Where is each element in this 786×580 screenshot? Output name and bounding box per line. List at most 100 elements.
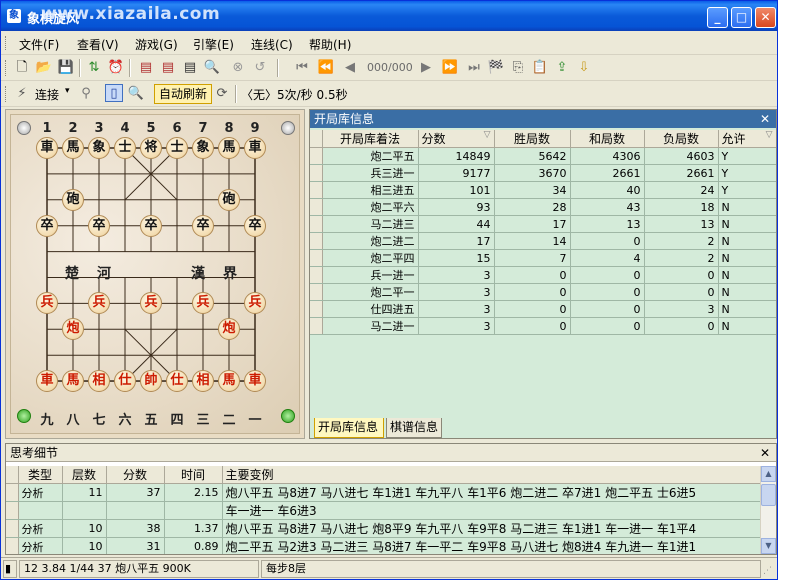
- table-row[interactable]: 炮二平六 93 28 43 18 N: [310, 198, 776, 216]
- minimize-button[interactable]: _: [707, 7, 728, 28]
- red-piece[interactable]: 車: [244, 370, 266, 393]
- close-icon[interactable]: ✕: [760, 110, 770, 128]
- black-piece[interactable]: 卒: [36, 214, 58, 237]
- table-row[interactable]: 车一进一 车6进3: [6, 501, 760, 520]
- red-piece[interactable]: 馬: [218, 370, 240, 393]
- table-row[interactable]: 马二进一 3 0 0 0 N: [310, 317, 776, 335]
- black-piece[interactable]: 砲: [218, 188, 240, 211]
- black-piece[interactable]: 士: [114, 137, 136, 159]
- table-row[interactable]: 兵三进一 9177 3670 2661 2661 Y: [310, 164, 776, 182]
- menu-view[interactable]: 查看(V): [77, 36, 119, 53]
- board-red-icon[interactable]: ▤: [137, 59, 155, 77]
- paste-icon[interactable]: 📋: [531, 59, 549, 77]
- thinking-scrollbar[interactable]: ▲ ▼: [760, 466, 776, 554]
- export-icon[interactable]: ⇩: [575, 59, 593, 77]
- row-header[interactable]: [310, 181, 323, 199]
- black-piece[interactable]: 砲: [62, 188, 84, 211]
- flip-board-icon[interactable]: ⇅: [85, 59, 103, 77]
- disconnect-icon[interactable]: ⚲: [77, 85, 95, 103]
- maximize-button[interactable]: □: [731, 7, 752, 28]
- column-header[interactable]: 类型: [18, 466, 63, 484]
- next-five-icon[interactable]: ⏩: [441, 59, 459, 77]
- table-row[interactable]: 炮二平四 15 7 4 2 N: [310, 249, 776, 267]
- row-header[interactable]: [310, 266, 323, 284]
- table-row[interactable]: 相三进五 101 34 40 24 Y: [310, 181, 776, 199]
- scroll-down-icon[interactable]: ▼: [761, 538, 776, 554]
- new-file-icon[interactable]: 🗋: [13, 59, 31, 77]
- menu-file[interactable]: 文件(F): [19, 36, 59, 53]
- filter-icon[interactable]: ▽: [766, 130, 773, 140]
- row-header[interactable]: [310, 164, 323, 182]
- black-piece[interactable]: 士: [166, 137, 188, 159]
- black-piece[interactable]: 卒: [140, 214, 162, 237]
- first-move-icon[interactable]: ⏮: [293, 59, 311, 77]
- title-bar[interactable]: 象 象棋旋风 www.xiazaila.com _ □ ✕: [1, 1, 777, 31]
- copy-icon[interactable]: ⎘: [509, 59, 527, 77]
- menu-help[interactable]: 帮助(H): [309, 36, 351, 53]
- search-icon[interactable]: 🔍: [203, 59, 221, 77]
- filter-icon[interactable]: ▽: [484, 130, 491, 140]
- row-header[interactable]: [310, 317, 323, 335]
- table-row[interactable]: 炮二进二 17 14 0 2 N: [310, 232, 776, 250]
- red-piece[interactable]: 相: [192, 370, 214, 393]
- black-piece[interactable]: 馬: [62, 137, 84, 159]
- connect-button[interactable]: 连接: [35, 86, 59, 103]
- column-header[interactable]: 和局数: [570, 130, 645, 148]
- red-piece[interactable]: 仕: [114, 370, 136, 393]
- row-header[interactable]: [6, 483, 19, 502]
- red-piece[interactable]: 車: [36, 370, 58, 393]
- table-row[interactable]: 仕四进五 3 0 0 3 N: [310, 300, 776, 318]
- menu-game[interactable]: 游戏(G): [135, 36, 178, 53]
- scroll-thumb[interactable]: [761, 484, 776, 506]
- menu-connect[interactable]: 连线(C): [251, 36, 293, 53]
- close-button[interactable]: ✕: [755, 7, 776, 28]
- close-icon[interactable]: ✕: [760, 444, 770, 462]
- row-header[interactable]: [310, 198, 323, 216]
- open-folder-icon[interactable]: 📂: [35, 59, 53, 77]
- auto-refresh-button[interactable]: 自动刷新: [154, 84, 213, 104]
- column-header[interactable]: 分数 ▽: [418, 130, 495, 148]
- column-header[interactable]: 允许 ▽: [718, 130, 776, 148]
- import-icon[interactable]: ⇪: [553, 59, 571, 77]
- tab-opening-library[interactable]: 开局库信息: [314, 418, 384, 438]
- red-piece[interactable]: 馬: [62, 370, 84, 393]
- row-header[interactable]: [6, 501, 19, 520]
- table-row[interactable]: 分析 10 38 1.37 炮八平五 马8进7 马八进七 炮8平9 车九平八 车9平8 …: [6, 519, 760, 538]
- menu-engine[interactable]: 引擎(E): [193, 36, 234, 53]
- row-header[interactable]: [310, 147, 323, 165]
- black-piece[interactable]: 卒: [88, 214, 110, 237]
- column-header[interactable]: 胜局数: [494, 130, 571, 148]
- black-piece[interactable]: 将: [140, 137, 162, 159]
- row-header[interactable]: [310, 215, 323, 233]
- row-header[interactable]: [310, 232, 323, 250]
- table-row[interactable]: 分析 10 31 0.89 炮二平五 马2进3 马二进三 马8进7 车一平二 车9平8 …: [6, 537, 760, 554]
- connect-dropdown-icon[interactable]: ▾: [65, 86, 70, 96]
- black-piece[interactable]: 象: [88, 137, 110, 159]
- prev-five-icon[interactable]: ⏪: [317, 59, 335, 77]
- black-piece[interactable]: 馬: [218, 137, 240, 159]
- black-piece[interactable]: 卒: [244, 214, 266, 237]
- red-piece[interactable]: 仕: [166, 370, 188, 393]
- black-piece[interactable]: 卒: [192, 214, 214, 237]
- engine-phone-icon[interactable]: ▯: [105, 84, 123, 102]
- table-row[interactable]: 炮二平一 3 0 0 0 N: [310, 283, 776, 301]
- column-header[interactable]: 负局数: [644, 130, 719, 148]
- tab-game-record[interactable]: 棋谱信息: [386, 418, 442, 438]
- row-header[interactable]: [6, 519, 19, 538]
- column-header[interactable]: 分数: [106, 466, 165, 484]
- scroll-up-icon[interactable]: ▲: [761, 466, 776, 482]
- row-header[interactable]: [310, 283, 323, 301]
- resize-grip-icon[interactable]: ⋰: [763, 566, 772, 576]
- table-row[interactable]: 马二进三 44 17 13 13 N: [310, 215, 776, 233]
- refresh-icon[interactable]: ⟳: [213, 85, 231, 103]
- stop-icon[interactable]: ⊗: [229, 59, 247, 77]
- clock-icon[interactable]: ⏰: [107, 59, 125, 77]
- column-header[interactable]: 主要变例: [222, 466, 760, 484]
- next-move-icon[interactable]: ▶: [417, 59, 435, 77]
- row-header[interactable]: [310, 300, 323, 318]
- save-icon[interactable]: 💾: [57, 59, 75, 77]
- red-piece[interactable]: 帥: [140, 370, 162, 393]
- black-piece[interactable]: 車: [36, 137, 58, 159]
- table-row[interactable]: 兵一进一 3 0 0 0 N: [310, 266, 776, 284]
- black-piece[interactable]: 象: [192, 137, 214, 159]
